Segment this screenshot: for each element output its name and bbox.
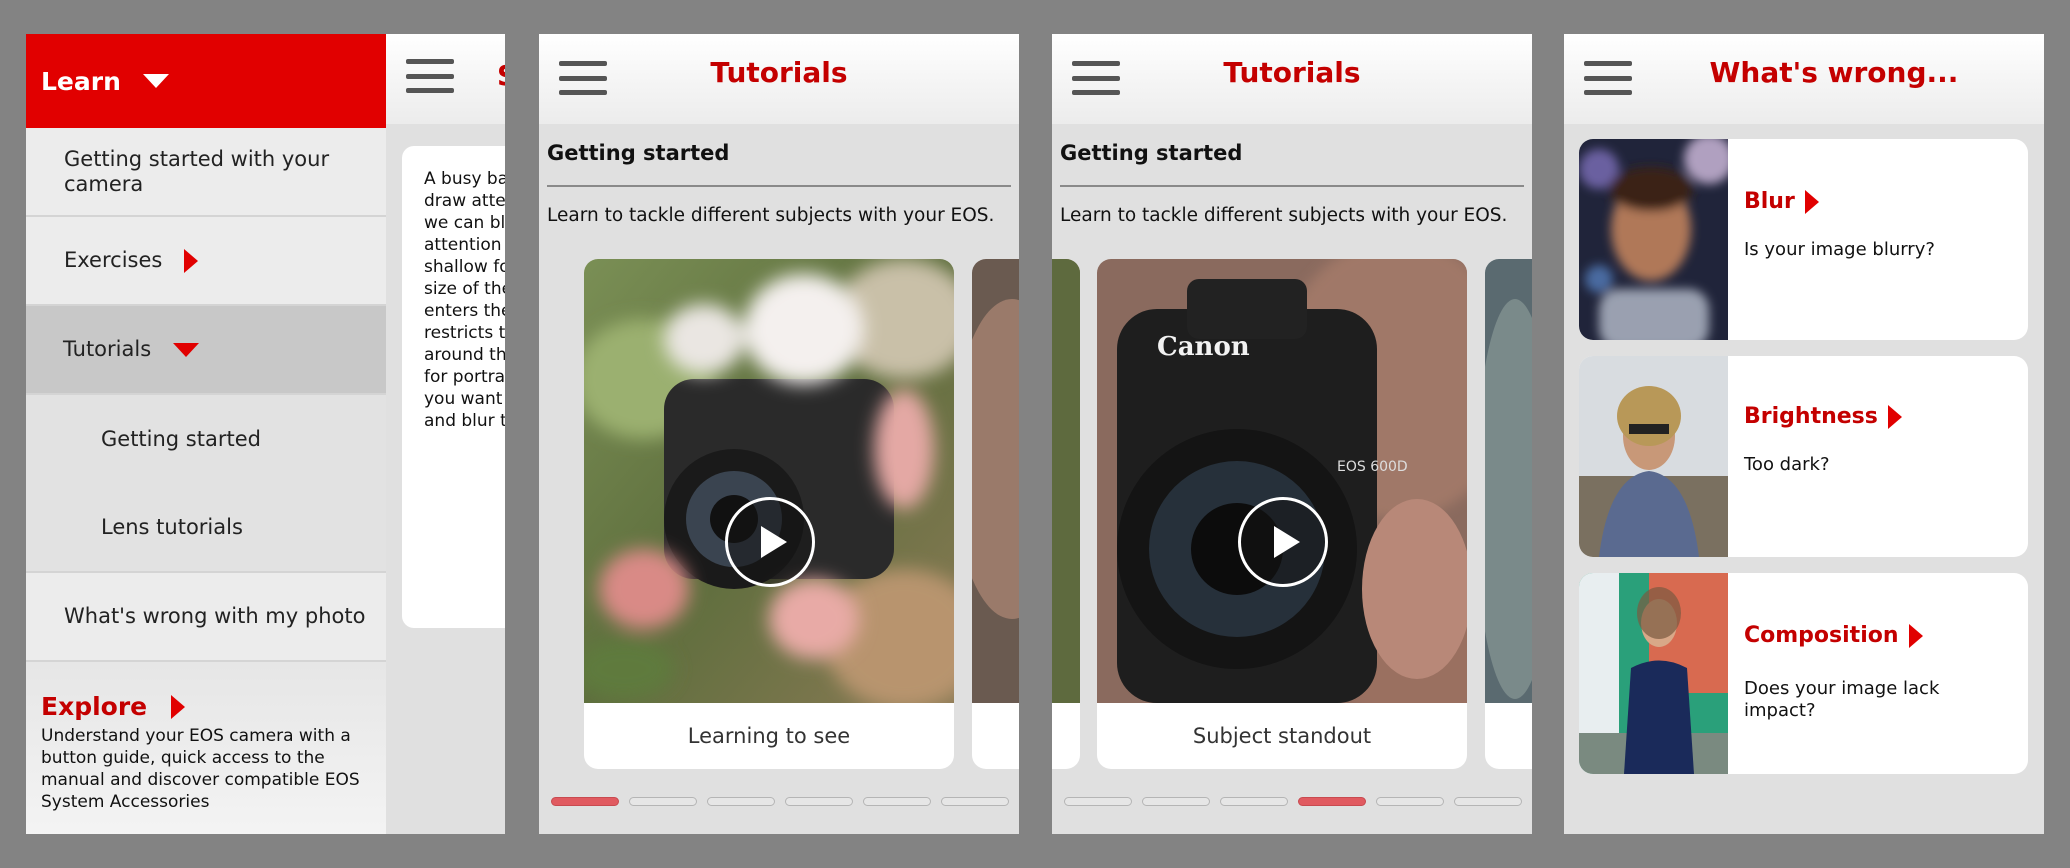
camera-brand-text: Canon: [1157, 332, 1250, 362]
problem-title-label: Composition: [1744, 623, 1899, 648]
problem-card-blur[interactable]: Blur Is your image blurry?: [1579, 139, 2028, 340]
header-bar: Tutorials: [1052, 34, 1532, 124]
page-title: What's wrong...: [1709, 56, 1959, 89]
carousel-dot[interactable]: [1142, 797, 1210, 806]
video-thumbnail: [584, 259, 954, 703]
video-card[interactable]: Learning to see: [584, 259, 954, 769]
carousel-dot[interactable]: [1220, 797, 1288, 806]
behind-page: S A busy ba draw atte we can bl attentio…: [386, 34, 505, 834]
problem-title[interactable]: Composition: [1744, 623, 1923, 648]
divider: [1060, 185, 1524, 187]
carousel-dot[interactable]: [629, 797, 697, 806]
camera-model-text: EOS 600D: [1337, 459, 1408, 475]
carousel-dot[interactable]: [1298, 797, 1366, 806]
menu-item-label: Lens tutorials: [101, 515, 243, 539]
menu-item-tutorials[interactable]: Tutorials: [26, 306, 386, 395]
problem-card-composition[interactable]: Composition Does your image lack impact?: [1579, 573, 2028, 774]
menu-header-label: Learn: [41, 66, 121, 96]
problem-description: Does your image lack impact?: [1744, 678, 1940, 721]
hamburger-icon[interactable]: [406, 59, 454, 93]
menu-item-label: Getting started with your camera: [64, 146, 330, 196]
page-title: Tutorials: [710, 56, 848, 89]
page-title: Tutorials: [1223, 56, 1361, 89]
menu-item-exercises[interactable]: Exercises: [26, 217, 386, 306]
problem-description: Too dark?: [1744, 454, 1830, 475]
video-card-next[interactable]: [972, 259, 1019, 769]
chevron-right-icon: [1887, 404, 1902, 429]
blur-thumbnail: [1579, 139, 1728, 340]
video-thumbnail: [1052, 259, 1080, 703]
menu-item-label: What's wrong with my photo: [64, 604, 366, 628]
chevron-down-icon: [173, 342, 200, 357]
menu-item-label: Exercises: [64, 248, 163, 272]
section-title: Getting started: [547, 141, 730, 165]
header-bar: What's wrong...: [1564, 34, 2044, 124]
video-card-prev[interactable]: [1052, 259, 1080, 769]
whats-wrong-panel: What's wrong... Blur Is your image blurr…: [1564, 34, 2044, 834]
carousel-dot[interactable]: [863, 797, 931, 806]
problem-title[interactable]: Brightness: [1744, 404, 1902, 429]
behind-header: S: [386, 34, 505, 124]
carousel-dot[interactable]: [941, 797, 1009, 806]
menu-item-getting-started-camera[interactable]: Getting started with your camera: [26, 128, 386, 217]
header-bar: Tutorials: [539, 34, 1019, 124]
carousel-dot[interactable]: [707, 797, 775, 806]
chevron-right-icon: [184, 248, 199, 273]
carousel-dot[interactable]: [1064, 797, 1132, 806]
problem-title-label: Blur: [1744, 189, 1795, 214]
menu-item-whats-wrong[interactable]: What's wrong with my photo: [26, 573, 386, 662]
play-icon[interactable]: [725, 497, 815, 587]
carousel-dot[interactable]: [1454, 797, 1522, 806]
behind-article-card: A busy ba draw atte we can bl attention …: [402, 146, 505, 628]
video-card-next[interactable]: [1485, 259, 1532, 769]
section-description: Learn to tackle different subjects with …: [547, 205, 995, 226]
chevron-down-icon: [142, 74, 169, 88]
submenu-item-getting-started[interactable]: Getting started: [26, 395, 386, 484]
video-card[interactable]: Canon EOS 600D Subject standout: [1097, 259, 1467, 769]
explore-title[interactable]: Explore: [41, 692, 386, 721]
video-thumbnail: [1485, 259, 1532, 703]
problem-description: Is your image blurry?: [1744, 239, 1935, 260]
play-icon[interactable]: [1238, 497, 1328, 587]
composition-thumbnail: [1579, 573, 1728, 774]
divider: [547, 185, 1011, 187]
behind-article-text: A busy ba draw atte we can bl attention …: [424, 169, 505, 431]
menu-header-learn[interactable]: Learn: [26, 34, 386, 128]
carousel-indicator: [1064, 797, 1522, 806]
section-description: Learn to tackle different subjects with …: [1060, 205, 1508, 226]
video-caption: Learning to see: [687, 724, 851, 748]
chevron-right-icon: [1804, 189, 1819, 214]
submenu-item-lens-tutorials[interactable]: Lens tutorials: [26, 484, 386, 573]
menu-item-label: Tutorials: [63, 337, 152, 361]
carousel-dot[interactable]: [785, 797, 853, 806]
carousel-indicator: [551, 797, 1009, 806]
explore-label: Explore: [41, 692, 148, 721]
brightness-thumbnail: [1579, 356, 1728, 557]
video-thumbnail: [972, 259, 1019, 703]
chevron-right-icon: [171, 694, 186, 719]
menu-panel: S A busy ba draw atte we can bl attentio…: [26, 34, 505, 834]
behind-title: S: [497, 59, 505, 92]
section-title: Getting started: [1060, 141, 1243, 165]
chevron-right-icon: [1908, 623, 1923, 648]
tutorials-panel-2: Tutorials Getting started Learn to tackl…: [1052, 34, 1532, 834]
carousel-dot[interactable]: [1376, 797, 1444, 806]
carousel-dot[interactable]: [551, 797, 619, 806]
side-menu: Learn Getting started with your camera E…: [26, 34, 386, 834]
explore-section[interactable]: Explore Understand your EOS camera with …: [26, 662, 386, 834]
video-thumbnail: Canon EOS 600D: [1097, 259, 1467, 703]
menu-item-label: Getting started: [101, 427, 261, 451]
explore-description: Understand your EOS camera with a button…: [41, 726, 360, 812]
problem-title-label: Brightness: [1744, 404, 1878, 429]
problem-title[interactable]: Blur: [1744, 189, 1819, 214]
problem-card-brightness[interactable]: Brightness Too dark?: [1579, 356, 2028, 557]
video-caption: Subject standout: [1192, 724, 1372, 748]
tutorials-panel-1: Tutorials Getting started Learn to tackl…: [539, 34, 1019, 834]
